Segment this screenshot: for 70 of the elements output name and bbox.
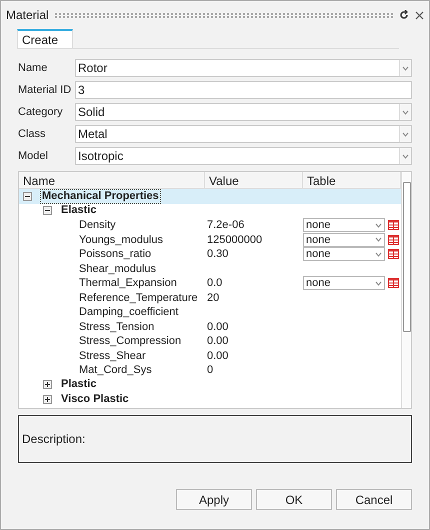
field-label: Class xyxy=(18,128,46,140)
tree-row[interactable]: Elastic xyxy=(19,204,401,218)
dropdown-field[interactable]: Isotropic xyxy=(75,147,412,165)
caret-icon xyxy=(402,66,409,70)
table-dropdown[interactable]: none xyxy=(303,276,385,290)
close-icon[interactable] xyxy=(415,10,424,20)
property-name: Damping_coefficient xyxy=(79,306,178,318)
description-box[interactable]: Description: xyxy=(18,415,412,463)
caret-icon xyxy=(375,237,382,242)
expand-icon[interactable] xyxy=(43,394,52,404)
caret-icon xyxy=(402,154,409,158)
field-label: Category xyxy=(18,106,63,118)
description-label: Description: xyxy=(22,431,86,448)
dropdown-field[interactable]: Metal xyxy=(75,125,412,143)
column-header[interactable]: Name xyxy=(19,172,205,188)
tree-node-label: Visco Plastic xyxy=(60,392,130,406)
field-label: Material ID xyxy=(18,84,72,96)
table-icon[interactable] xyxy=(388,234,399,245)
collapse-icon[interactable] xyxy=(43,206,52,216)
property-name: Density xyxy=(79,219,116,231)
refresh-icon[interactable] xyxy=(399,10,409,20)
table-dropdown[interactable]: none xyxy=(303,218,385,232)
property-name: Stress_Shear xyxy=(79,350,146,362)
property-value: 0.30 xyxy=(207,248,228,260)
collapse-icon[interactable] xyxy=(23,192,32,201)
caret-icon xyxy=(375,280,382,286)
input-field[interactable]: 3 xyxy=(75,81,412,99)
tab[interactable]: Create xyxy=(17,29,74,48)
tree-row[interactable]: Visco Plastic xyxy=(19,392,401,406)
property-value: 0.00 xyxy=(207,350,228,362)
caret-icon xyxy=(375,252,382,257)
caret-icon xyxy=(402,110,409,114)
property-value: 0 xyxy=(207,364,214,376)
dialog-button[interactable]: OK xyxy=(256,489,332,510)
property-name: Poissons_ratio xyxy=(79,248,152,260)
property-value: 7.2e-06 xyxy=(207,219,244,231)
property-name: Stress_Tension xyxy=(79,320,154,332)
property-name: Mat_Cord_Sys xyxy=(79,364,152,376)
property-name: Youngs_modulus xyxy=(79,234,163,246)
column-header[interactable]: Value xyxy=(205,172,303,188)
property-name: Thermal_Expansion xyxy=(79,277,177,289)
property-name: Reference_Temperature xyxy=(79,292,198,304)
property-value: 0.00 xyxy=(207,335,228,347)
property-value: 0.00 xyxy=(207,320,228,332)
dialog-button[interactable]: Cancel xyxy=(336,489,412,510)
tree-node-label: Plastic xyxy=(60,378,98,392)
dropdown-field[interactable]: Solid xyxy=(75,103,412,121)
property-value: 0.0 xyxy=(207,277,222,289)
table-dropdown[interactable]: none xyxy=(303,232,385,247)
table-icon[interactable] xyxy=(388,220,399,230)
tree-node-label: Elastic xyxy=(60,204,98,218)
property-name: Stress_Compression xyxy=(79,335,182,347)
tree-row[interactable]: Plastic xyxy=(19,378,401,392)
table-icon[interactable] xyxy=(388,278,399,288)
caret-icon xyxy=(402,132,409,136)
table-icon[interactable] xyxy=(388,249,399,260)
table-dropdown[interactable]: none xyxy=(303,247,385,262)
window-title: Material xyxy=(6,7,49,24)
property-name: Shear_modulus xyxy=(79,262,156,274)
dialog-button[interactable]: Apply xyxy=(176,489,252,510)
expand-icon[interactable] xyxy=(43,380,52,390)
property-value: 20 xyxy=(207,292,220,304)
field-label: Model xyxy=(18,150,48,162)
scrollbar[interactable] xyxy=(401,172,411,408)
field-label: Name xyxy=(18,62,48,74)
tree-row[interactable]: Mechanical Properties xyxy=(19,189,401,204)
dropdown-field[interactable]: Rotor xyxy=(75,59,412,77)
tree-node-label: Mechanical Properties xyxy=(40,189,161,204)
caret-icon xyxy=(375,222,382,228)
property-value: 125000000 xyxy=(207,234,262,246)
